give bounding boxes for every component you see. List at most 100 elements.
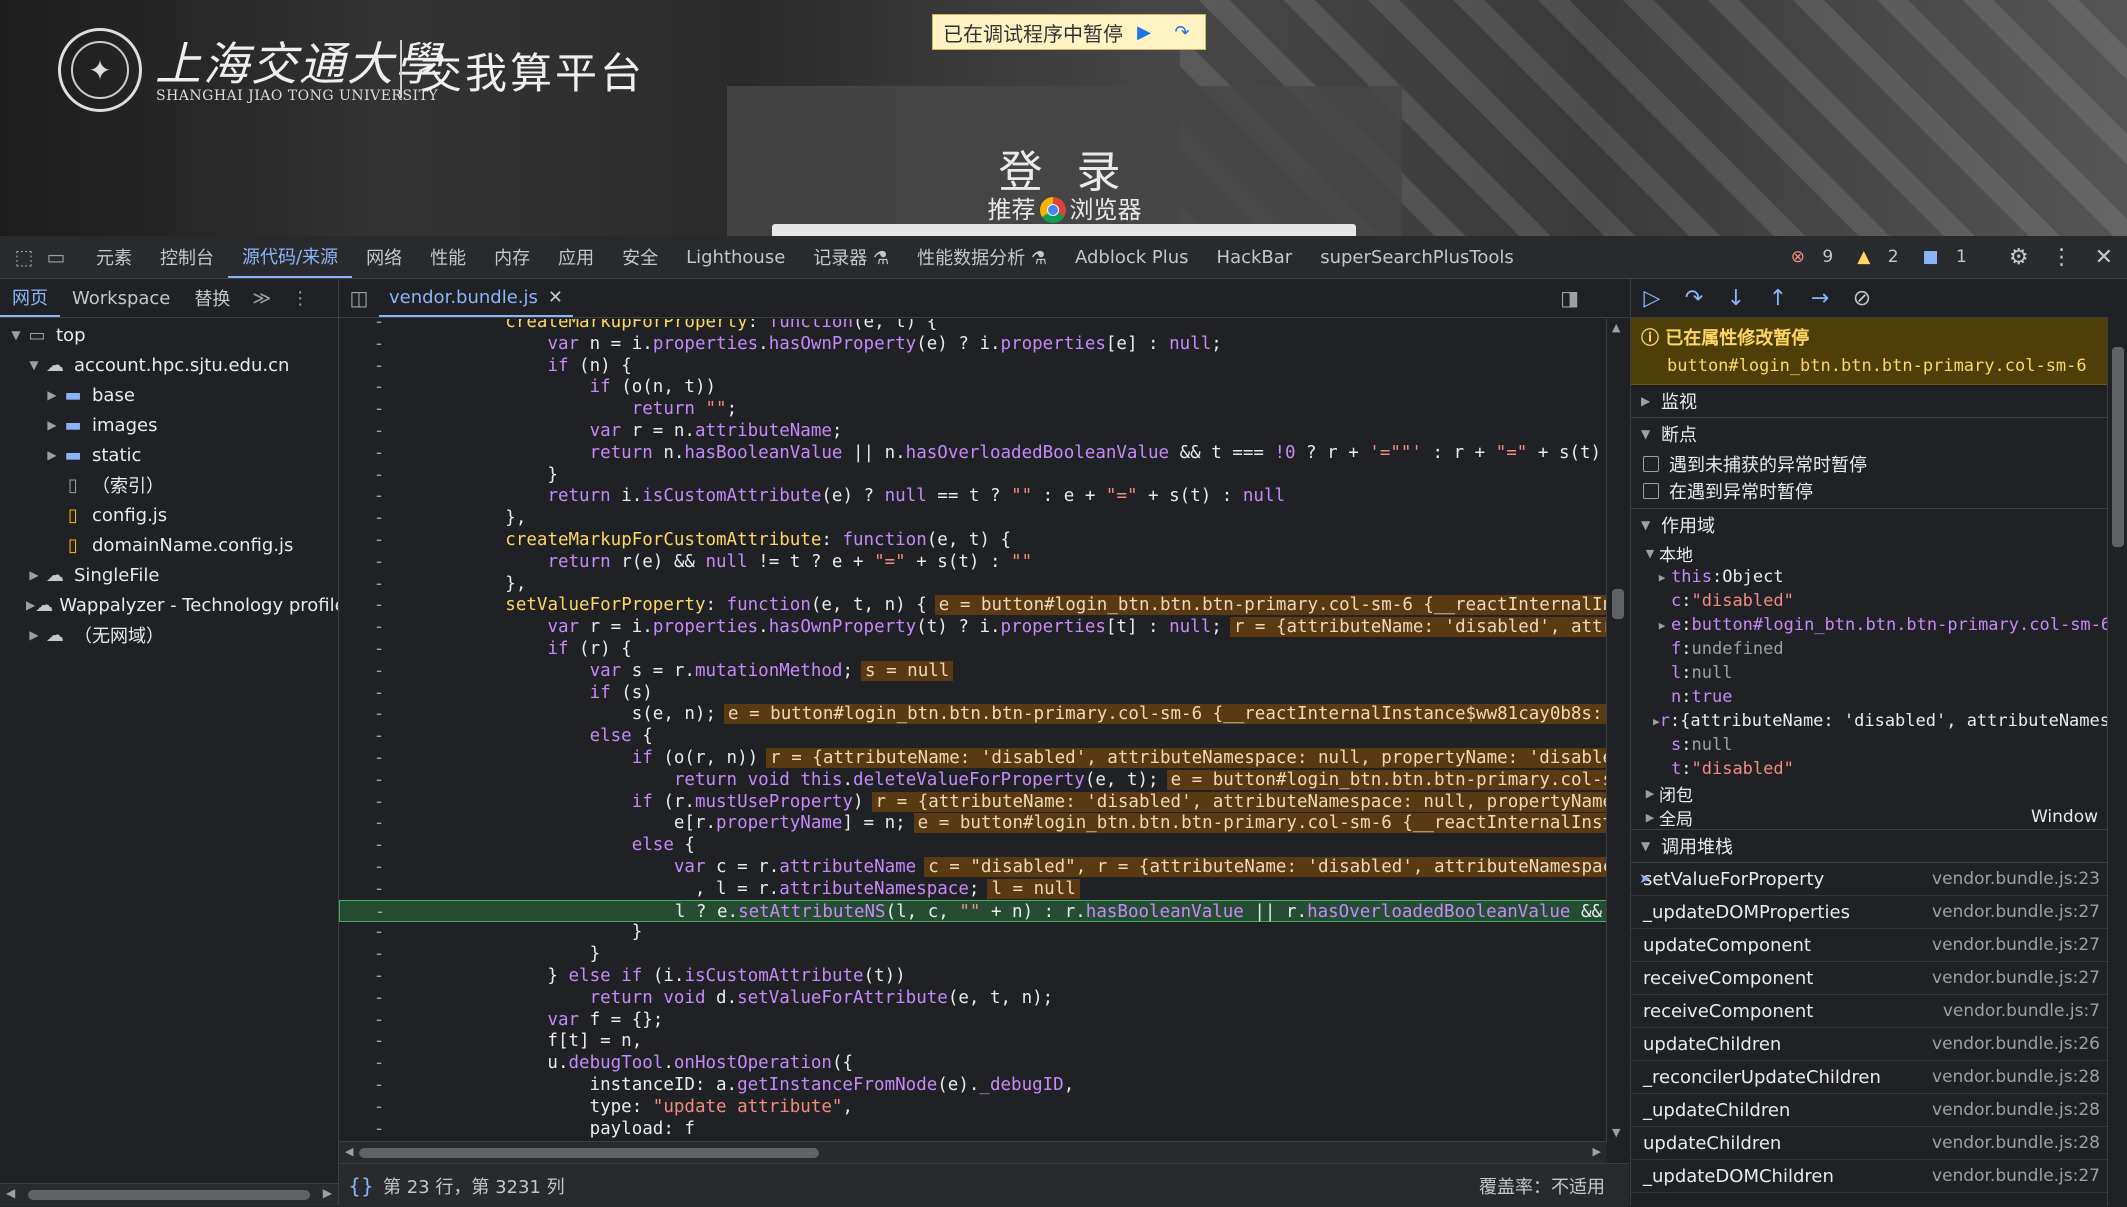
tab-2[interactable]: 源代码/来源 <box>228 236 353 278</box>
line-marker[interactable]: - <box>339 725 419 747</box>
tab-8[interactable]: Lighthouse <box>672 236 799 278</box>
stack-frame[interactable]: _updateDOMChildren vendor.bundle.js:27 <box>1631 1160 2127 1193</box>
line-marker[interactable]: - <box>339 507 419 529</box>
step-icon[interactable]: → <box>1799 286 1841 311</box>
tree-item[interactable]: ▶ ☁ Wappalyzer - Technology profiler <box>0 590 338 620</box>
scope-local[interactable]: ▼ 本地 <box>1631 541 2127 566</box>
scope-variable[interactable]: l: null <box>1631 661 2127 685</box>
scroll-thumb[interactable] <box>1612 589 1624 619</box>
device-toolbar-icon[interactable]: ▭ <box>40 245 72 269</box>
step-out-icon[interactable]: ↑ <box>1757 286 1799 311</box>
scope-variable[interactable]: ▶ this: Object <box>1631 565 2127 589</box>
frame-location[interactable]: vendor.bundle.js:27 <box>1932 935 2100 955</box>
line-marker[interactable]: - <box>339 921 419 943</box>
line-marker[interactable]: - <box>339 703 419 725</box>
scroll-thumb[interactable] <box>28 1190 310 1200</box>
scope-variable[interactable]: c: "disabled" <box>1631 589 2127 613</box>
navigator-tab-0[interactable]: 网页 <box>0 279 60 317</box>
frame-location[interactable]: vendor.bundle.js:28 <box>1932 1067 2100 1087</box>
tab-12[interactable]: HackBar <box>1203 236 1307 278</box>
frame-location[interactable]: vendor.bundle.js:7 <box>1943 1001 2100 1021</box>
frame-location[interactable]: vendor.bundle.js:28 <box>1932 1133 2100 1153</box>
line-marker[interactable]: - <box>339 1030 419 1052</box>
tab-1[interactable]: 控制台 <box>146 236 228 278</box>
scroll-thumb[interactable] <box>359 1148 819 1158</box>
tab-10[interactable]: 性能数据分析 ⚗ <box>903 236 1061 278</box>
line-marker[interactable]: - <box>339 812 419 834</box>
exception-option[interactable]: 在遇到异常时暂停 <box>1631 477 2127 504</box>
stack-frame[interactable]: receiveComponent vendor.bundle.js:7 <box>1631 995 2127 1028</box>
resume-icon[interactable]: ▶︎ <box>1127 18 1161 46</box>
line-marker[interactable]: - <box>339 1074 419 1096</box>
line-marker[interactable]: - <box>339 878 419 900</box>
tab-9[interactable]: 记录器 ⚗ <box>799 236 903 278</box>
line-marker[interactable]: - <box>339 987 419 1009</box>
line-marker[interactable]: - <box>339 660 419 682</box>
line-marker[interactable]: - <box>339 464 419 486</box>
tree-item[interactable]: ▼ ▭ top <box>0 320 338 350</box>
toggle-navigator-icon[interactable]: ◫ <box>339 286 379 310</box>
line-marker[interactable]: - <box>339 485 419 507</box>
tab-6[interactable]: 应用 <box>544 236 608 278</box>
line-marker[interactable]: - <box>339 398 419 420</box>
line-marker[interactable]: - <box>339 355 419 377</box>
line-marker[interactable]: - <box>339 834 419 856</box>
line-marker[interactable]: - <box>339 1009 419 1031</box>
toggle-debugger-icon[interactable]: ◨ <box>1560 286 1579 310</box>
frame-location[interactable]: vendor.bundle.js:23 <box>1932 869 2100 889</box>
inspect-element-icon[interactable]: ⬚ <box>8 245 40 269</box>
stack-frame[interactable]: _reconcilerUpdateChildren vendor.bundle.j… <box>1631 1061 2127 1094</box>
tree-item[interactable]: ▯ domainName.config.js <box>0 530 338 560</box>
scroll-thumb[interactable] <box>2112 347 2124 547</box>
line-marker[interactable]: - <box>339 1096 419 1118</box>
section-call-stack[interactable]: ▼ 调用堆栈 <box>1631 829 2127 863</box>
section-scope[interactable]: ▼ 作用域 <box>1631 509 2127 541</box>
line-marker[interactable]: - <box>339 616 419 638</box>
line-marker[interactable]: - <box>339 856 419 878</box>
scope-global[interactable]: ▶ 全局 Window <box>1631 805 2127 829</box>
tab-3[interactable]: 网络 <box>352 236 416 278</box>
checkbox[interactable] <box>1643 455 1659 472</box>
stack-frame[interactable]: _updateChildren vendor.bundle.js:28 <box>1631 1094 2127 1127</box>
frame-location[interactable]: vendor.bundle.js:26 <box>1932 1034 2100 1054</box>
stack-frame[interactable]: updateComponent vendor.bundle.js:27 <box>1631 929 2127 962</box>
close-tab-icon[interactable]: ✕ <box>548 287 563 308</box>
scope-variable[interactable]: s: null <box>1631 733 2127 757</box>
tree-item[interactable]: ▶ ☁ SingleFile <box>0 560 338 590</box>
line-marker[interactable]: - <box>339 551 419 573</box>
pretty-print-icon[interactable]: {} <box>339 1174 383 1198</box>
frame-location[interactable]: vendor.bundle.js:27 <box>1932 902 2100 922</box>
step-over-icon[interactable]: ↷ <box>1673 286 1715 311</box>
tree-item[interactable]: ▯ （索引） <box>0 470 338 500</box>
frame-location[interactable]: vendor.bundle.js:28 <box>1932 1100 2100 1120</box>
tab-vendor-bundle[interactable]: vendor.bundle.js ✕ <box>379 279 573 317</box>
tab-11[interactable]: Adblock Plus <box>1061 236 1203 278</box>
line-marker[interactable]: - <box>339 791 419 813</box>
line-marker[interactable]: - <box>339 333 419 355</box>
editor-vscrollbar[interactable]: ▲ ▼ <box>1606 319 1629 1141</box>
tree-item[interactable]: ▶ ▬ base <box>0 380 338 410</box>
tab-0[interactable]: 元素 <box>82 236 146 278</box>
tree-item[interactable]: ▶ ▬ static <box>0 440 338 470</box>
stack-frame[interactable]: _updateDOMProperties vendor.bundle.js:27 <box>1631 896 2127 929</box>
paused-selector[interactable]: button#login_btn.btn.btn-primary.col-sm-… <box>1641 356 2118 376</box>
navigator-menu-icon[interactable]: ⋮ <box>281 288 319 309</box>
line-marker[interactable]: - <box>339 747 419 769</box>
exception-option[interactable]: 遇到未捕获的异常时暂停 <box>1631 450 2127 477</box>
code-area[interactable]: - createMarkupForProperty: function(e, t… <box>339 319 1607 1141</box>
deactivate-breakpoints-icon[interactable]: ⊘ <box>1841 286 1883 311</box>
scope-variable[interactable]: ▶ e: button#login_btn.btn.btn-primary.col… <box>1631 613 2127 637</box>
navigator-hscrollbar[interactable]: ◀ ▶ <box>0 1183 338 1206</box>
more-menu-icon[interactable]: ⋮ <box>2051 245 2073 270</box>
line-marker[interactable]: - <box>339 1052 419 1074</box>
stack-frame[interactable]: receiveComponent vendor.bundle.js:27 <box>1631 962 2127 995</box>
tab-13[interactable]: superSearchPlusTools <box>1306 236 1528 278</box>
scope-closure[interactable]: ▶ 闭包 <box>1631 781 2127 806</box>
section-breakpoints[interactable]: ▼ 断点 <box>1631 418 2127 450</box>
section-watch[interactable]: ▶ 监视 <box>1631 385 2127 418</box>
error-counter[interactable]: ⊗ 9 <box>1791 247 1845 267</box>
close-devtools-icon[interactable]: ✕ <box>2095 245 2113 270</box>
step-into-icon[interactable]: ↓ <box>1715 286 1757 311</box>
line-marker[interactable]: - <box>339 1118 419 1140</box>
line-marker[interactable]: - <box>339 529 419 551</box>
